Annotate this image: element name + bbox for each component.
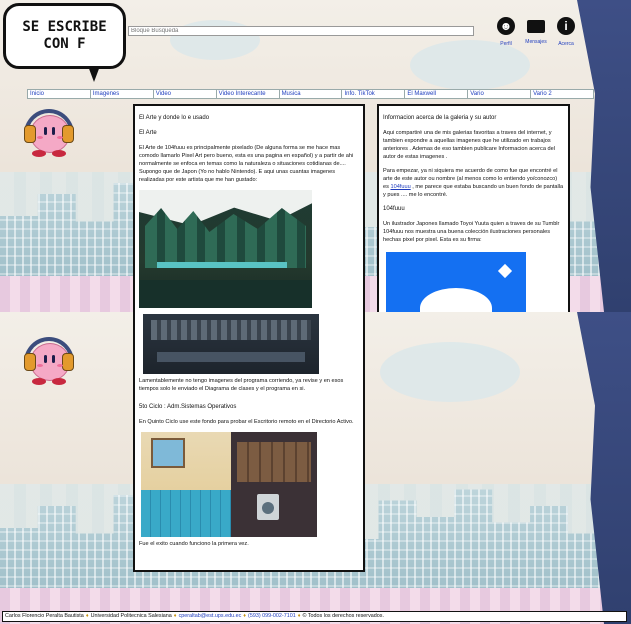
program-caption: Lamentablemente no tengo imagenes del pr… <box>139 378 344 392</box>
profile-link[interactable]: ☻ Perfil <box>495 17 517 47</box>
user-icon: ☻ <box>497 17 515 35</box>
site-footer: Carlos Florencio Peralta Bautista ♦ Univer… <box>2 611 627 622</box>
about-link[interactable]: i Acerca <box>555 17 577 47</box>
about-label: Acerca <box>558 41 574 47</box>
nav-item-info-tiktok[interactable]: Info. TikTok <box>342 90 406 98</box>
logo-line-1: SE ESCRIBE <box>22 19 107 35</box>
site-logo[interactable]: SE ESCRIBE CON F <box>3 3 126 82</box>
author-description: Un ilustrador Japones llamado Toyoi Yuut… <box>383 221 560 243</box>
forest-pixel-art-image <box>139 190 312 308</box>
author-link[interactable]: 104fuuu <box>390 184 410 190</box>
nav-item-imagenes[interactable]: Imagenes <box>91 90 154 98</box>
nav-item-musica[interactable]: Musica <box>280 90 343 98</box>
info-paragraph-2: Para empezar, ya ni siquiera me acuerdo … <box>383 168 564 198</box>
footer-university: Universidad Politecnica Salesiana <box>90 613 172 619</box>
nav-item-el-maxwell[interactable]: El Maxwell <box>405 90 469 98</box>
messages-label: Mensajes <box>525 39 547 45</box>
main-nav: Inicio Imagenes Video Video Interecante … <box>27 89 594 99</box>
footer-rights: Todos los derechos reservados. <box>307 613 384 619</box>
info-intro: Aqui compartiré una de mis galerias favo… <box>383 130 555 160</box>
kirby-avatar <box>22 333 76 385</box>
room-pixel-art-image <box>141 432 317 537</box>
right-info-panel: Informacion acerca de la galeria y su au… <box>377 104 570 312</box>
info-icon: i <box>557 17 575 35</box>
footer-email-link[interactable]: cperaltab@est.ups.edu.ec <box>179 613 242 619</box>
nav-item-video[interactable]: Video <box>154 90 217 98</box>
author-signature-image <box>386 252 526 312</box>
messages-link[interactable]: Mensajes <box>525 17 547 45</box>
kirby-avatar <box>22 105 76 157</box>
info-title: Informacion acerca de la galeria y su au… <box>383 115 497 121</box>
sistemas-description: En Quinto Ciclo use este fondo para prob… <box>139 419 354 425</box>
room-caption: Fue el exito cuando funciono la primera … <box>139 541 249 547</box>
logo-line-2: CON F <box>43 36 86 52</box>
copyright-icon: © <box>302 613 307 619</box>
profile-label: Perfil <box>500 41 512 47</box>
author-subtitle: 104fuuu <box>383 206 405 212</box>
section-subtitle-arte: El Arte <box>139 130 157 136</box>
program-pixel-art-image <box>143 314 319 374</box>
footer-author: Carlos Florencio Peralta Bautista <box>5 613 84 619</box>
nav-item-inicio[interactable]: Inicio <box>28 90 91 98</box>
nav-item-video-interesante[interactable]: Video Interecante <box>217 90 280 98</box>
nav-item-vario-2[interactable]: Vario 2 <box>531 90 593 98</box>
search-input[interactable] <box>128 26 474 36</box>
section-title-sistemas: 5to Ciclo : Adm.Sistemas Operativos <box>139 404 237 410</box>
section-title-arte: El Arte y donde lo e usado <box>139 115 210 121</box>
footer-phone-link[interactable]: (593) 099-002-7101 <box>248 613 296 619</box>
left-content-panel-continued: Lamentablemente no tengo imagenes del pr… <box>133 312 365 572</box>
left-content-panel: El Arte y donde lo e usado El Arte El Ar… <box>133 104 365 312</box>
mail-icon <box>527 20 545 33</box>
nav-item-vario[interactable]: Vario <box>468 90 532 98</box>
arte-description: El Arte de 104fuuu es principalmente pix… <box>139 145 354 183</box>
